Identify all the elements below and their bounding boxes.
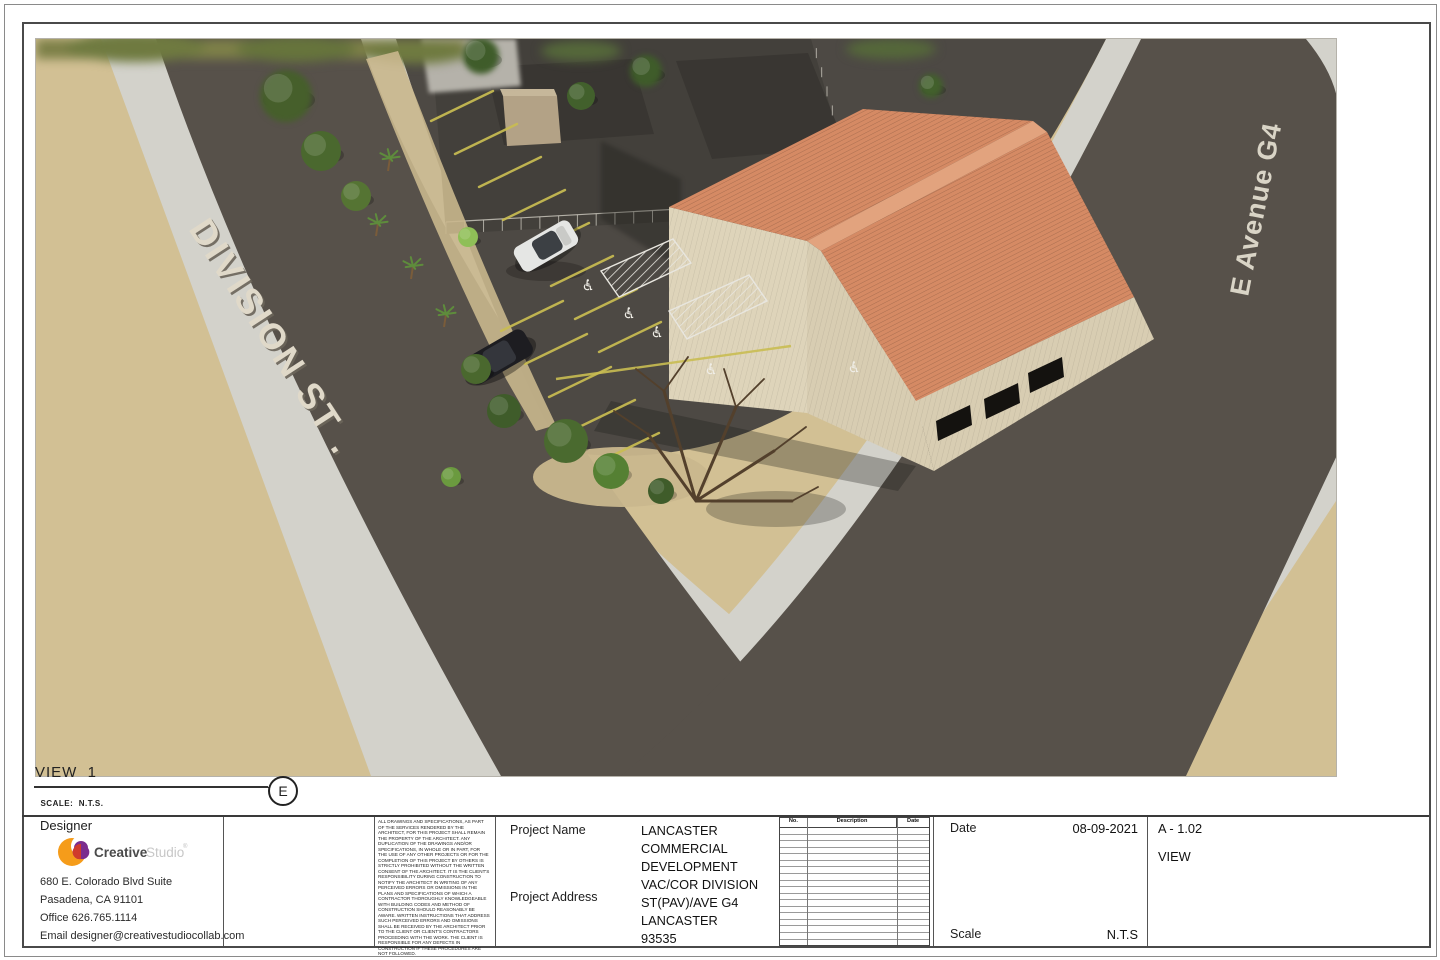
creative-studio-logo: Creative Studio ®: [56, 834, 216, 875]
logo-mark-icon: [58, 835, 93, 866]
title-block-divider: [495, 817, 496, 946]
title-block-divider: [933, 817, 934, 946]
designer-phone: Office 626.765.1114: [40, 912, 137, 924]
view-scale-value: N.T.S.: [79, 799, 104, 808]
project-address-label: Project Address: [510, 890, 598, 904]
revision-grid-line: [897, 818, 898, 945]
logo-text-bold: Creative: [94, 845, 148, 860]
revision-grid-line: [807, 818, 808, 945]
designer-email: Email designer@creativestudiocollab.com: [40, 930, 244, 942]
view-title-underline: [34, 786, 268, 788]
rendering-viewport: ♿ ♿ ♿ ♿ ♿ DIVISION ST . DIVISION ST . E …: [35, 38, 1337, 777]
project-address-value: VAC/COR DIVISION ST(PAV)/AVE G4 LANCASTE…: [641, 876, 758, 948]
view-scale-label: SCALE:: [40, 799, 73, 808]
logo-trademark: ®: [183, 843, 188, 850]
designer-heading: Designer: [40, 818, 92, 833]
revision-rows: [780, 828, 929, 945]
revision-table-header: No. Description Date: [780, 818, 929, 828]
callout-letter: E: [278, 783, 287, 799]
title-block-top-rule: [22, 815, 1429, 817]
revision-row: [780, 940, 929, 946]
revision-table: No. Description Date: [779, 817, 930, 946]
designer-address-line2: Pasadena, CA 91101: [40, 894, 143, 906]
view-title: VIEW 1: [35, 764, 97, 781]
drawing-sheet: { "page": { "view_label": "VIEW 1", "sca…: [0, 0, 1440, 960]
view-scale-note: SCALE: N.T.S.: [35, 790, 103, 808]
date-value: 08-09-2021: [1020, 821, 1138, 836]
view-callout-circle: E: [268, 776, 298, 806]
callout-leader-line: [250, 787, 270, 789]
legal-disclaimer: ALL DRAWINGS AND SPECIFICATIONS, AS PART…: [378, 819, 490, 957]
date-label: Date: [950, 821, 976, 835]
revision-col-date: Date: [897, 818, 929, 827]
small-shed: [503, 96, 561, 146]
project-name-value: LANCASTER COMMERCIAL DEVELOPMENT: [641, 822, 738, 876]
revision-col-description: Description: [808, 818, 897, 827]
title-block-divider: [223, 817, 224, 946]
designer-address-line1: 680 E. Colorado Blvd Suite: [40, 876, 172, 888]
sheet-number: A - 1.02: [1158, 821, 1202, 836]
project-name-label: Project Name: [510, 823, 586, 837]
revision-col-no: No.: [780, 818, 808, 827]
scale-label: Scale: [950, 927, 981, 941]
scale-value: N.T.S: [1020, 927, 1138, 942]
sheet-title: VIEW: [1158, 849, 1191, 864]
title-block-divider: [1147, 817, 1148, 946]
site-rendering: ♿ ♿ ♿ ♿ ♿ DIVISION ST . DIVISION ST . E …: [36, 39, 1336, 776]
title-block-divider: [374, 817, 375, 946]
logo-text-light: Studio: [146, 845, 184, 860]
